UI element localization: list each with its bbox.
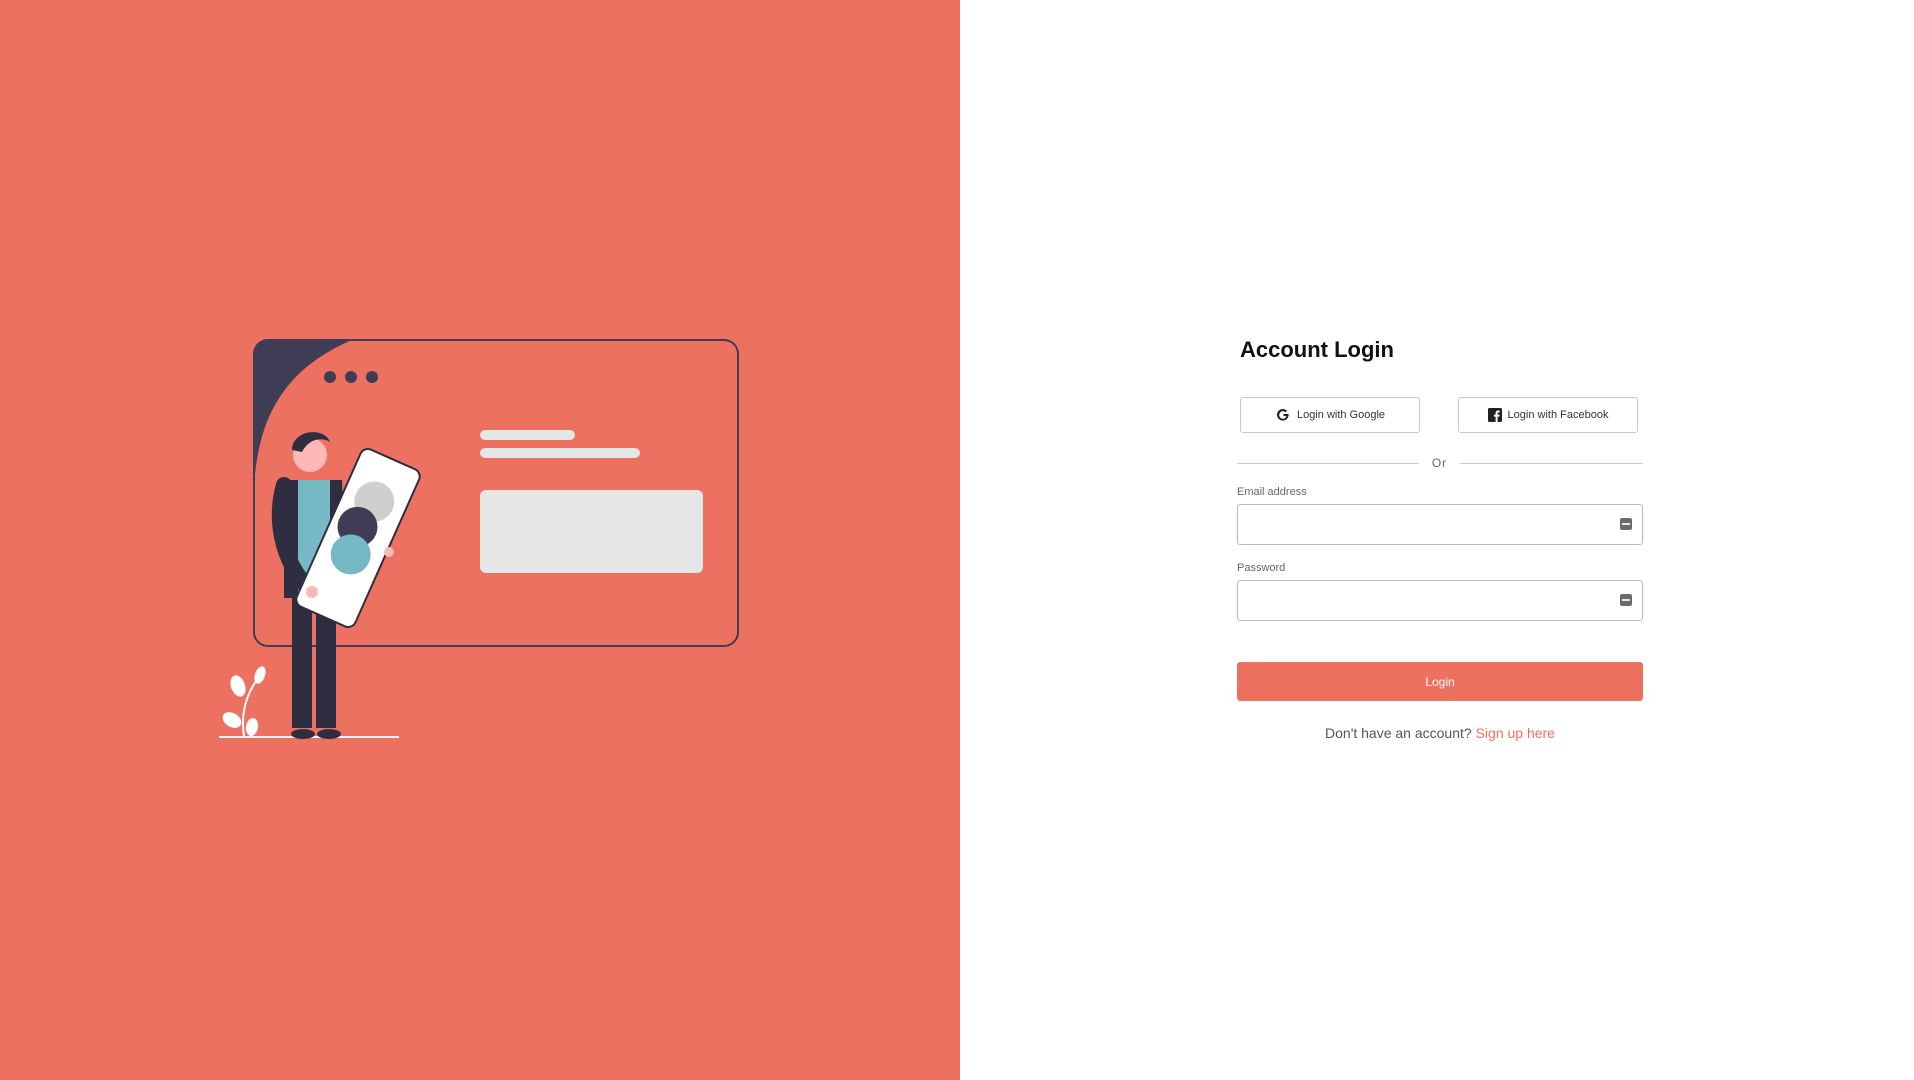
- email-field[interactable]: [1237, 504, 1643, 545]
- login-with-google-button[interactable]: Login with Google: [1240, 397, 1420, 433]
- signup-prompt: Don't have an account? Sign up here: [1237, 725, 1643, 741]
- password-input[interactable]: [1238, 581, 1622, 620]
- login-button[interactable]: Login: [1237, 662, 1643, 701]
- facebook-button-label: Login with Facebook: [1507, 409, 1609, 421]
- signup-link[interactable]: Sign up here: [1476, 725, 1555, 741]
- password-label: Password: [1237, 562, 1286, 574]
- google-icon: [1276, 409, 1289, 421]
- hero-panel: [0, 0, 960, 1080]
- email-label: Email address: [1237, 486, 1307, 498]
- divider-line-left: [1237, 463, 1419, 464]
- divider-or: Or: [1431, 456, 1448, 470]
- login-title: Account Login: [1240, 337, 1394, 362]
- password-field[interactable]: [1237, 580, 1643, 621]
- autofill-icon[interactable]: [1620, 518, 1632, 530]
- google-button-label: Login with Google: [1296, 409, 1386, 421]
- autofill-icon[interactable]: [1620, 594, 1632, 606]
- login-with-facebook-button[interactable]: Login with Facebook: [1458, 397, 1638, 433]
- email-input[interactable]: [1238, 505, 1622, 544]
- facebook-icon: [1487, 408, 1502, 422]
- divider-line-right: [1460, 463, 1643, 464]
- signup-prompt-text: Don't have an account?: [1325, 725, 1472, 741]
- person-holding-phone-illustration: [219, 339, 739, 739]
